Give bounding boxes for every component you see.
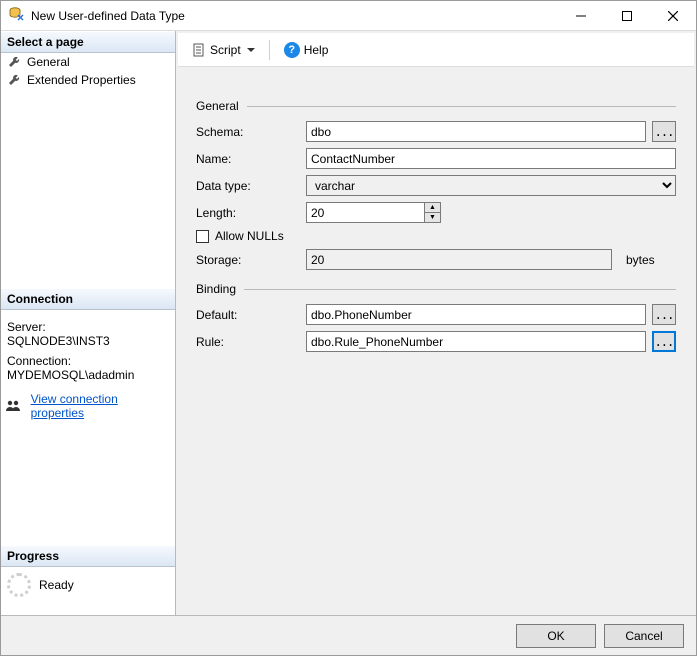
group-label: Binding <box>196 282 236 296</box>
progress-spinner-icon <box>7 573 31 597</box>
page-item-label: General <box>27 55 70 69</box>
divider <box>247 106 676 107</box>
page-item-extended-properties[interactable]: Extended Properties <box>1 71 175 89</box>
select-page-header: Select a page <box>1 31 175 53</box>
content-pane: Script ? Help General Schema: <box>176 31 696 615</box>
rule-input[interactable] <box>306 331 646 352</box>
script-icon <box>192 43 206 57</box>
server-value: SQLNODE3\INST3 <box>7 334 169 348</box>
spinner-down-icon[interactable]: ▼ <box>424 213 440 222</box>
cancel-button[interactable]: Cancel <box>604 624 684 648</box>
script-label: Script <box>210 43 241 57</box>
storage-input <box>306 249 612 270</box>
group-binding: Binding <box>196 282 676 296</box>
connection-value: MYDEMOSQL\adadmin <box>7 368 169 382</box>
rule-label: Rule: <box>196 335 306 349</box>
name-input[interactable] <box>306 148 676 169</box>
server-label: Server: <box>7 320 169 334</box>
default-input[interactable] <box>306 304 646 325</box>
maximize-button[interactable] <box>604 1 650 31</box>
datatype-select[interactable]: varchar <box>306 175 676 196</box>
group-label: General <box>196 99 239 113</box>
page-item-label: Extended Properties <box>27 73 136 87</box>
default-browse-button[interactable]: ... <box>652 304 676 325</box>
toolbar: Script ? Help <box>178 33 694 67</box>
help-button[interactable]: ? Help <box>278 39 335 61</box>
spinner-up-icon[interactable]: ▲ <box>424 203 440 213</box>
connection-label: Connection: <box>7 354 169 368</box>
ok-button[interactable]: OK <box>516 624 596 648</box>
app-icon <box>9 6 25 25</box>
people-icon <box>5 399 21 413</box>
divider <box>244 289 676 290</box>
default-label: Default: <box>196 308 306 322</box>
wrench-icon <box>7 55 21 69</box>
form-area: General Schema: ... Name: <box>178 67 694 613</box>
progress-header: Progress <box>1 545 175 567</box>
script-button[interactable]: Script <box>186 40 261 60</box>
length-input[interactable] <box>306 202 441 223</box>
group-general: General <box>196 99 676 113</box>
storage-unit: bytes <box>626 253 676 267</box>
chevron-down-icon <box>247 48 255 52</box>
connection-header: Connection <box>1 288 175 310</box>
schema-label: Schema: <box>196 125 306 139</box>
dialog-window: New User-defined Data Type Select a page… <box>0 0 697 656</box>
schema-browse-button[interactable]: ... <box>652 121 676 142</box>
length-label: Length: <box>196 206 306 220</box>
allow-nulls-checkbox[interactable]: Allow NULLs <box>196 229 676 243</box>
rule-browse-button[interactable]: ... <box>652 331 676 352</box>
schema-input[interactable] <box>306 121 646 142</box>
datatype-label: Data type: <box>196 179 306 193</box>
length-spinner[interactable]: ▲ ▼ <box>424 203 440 222</box>
toolbar-separator <box>269 40 270 60</box>
storage-label: Storage: <box>196 253 306 267</box>
close-button[interactable] <box>650 1 696 31</box>
view-connection-properties[interactable]: View connection properties <box>1 386 175 426</box>
help-label: Help <box>304 43 329 57</box>
window-title: New User-defined Data Type <box>31 9 185 23</box>
titlebar: New User-defined Data Type <box>1 1 696 31</box>
help-icon: ? <box>284 42 300 58</box>
progress-status: Ready <box>39 578 74 592</box>
wrench-icon <box>7 73 21 87</box>
allow-nulls-label: Allow NULLs <box>215 229 284 243</box>
sidebar: Select a page General Extended Propertie… <box>1 31 176 615</box>
view-connection-properties-link[interactable]: View connection properties <box>31 392 171 420</box>
minimize-button[interactable] <box>558 1 604 31</box>
name-label: Name: <box>196 152 306 166</box>
dialog-footer: OK Cancel <box>1 615 696 655</box>
progress-row: Ready <box>1 567 175 603</box>
page-item-general[interactable]: General <box>1 53 175 71</box>
connection-info: Server: SQLNODE3\INST3 Connection: MYDEM… <box>1 310 175 386</box>
checkbox-box-icon[interactable] <box>196 230 209 243</box>
